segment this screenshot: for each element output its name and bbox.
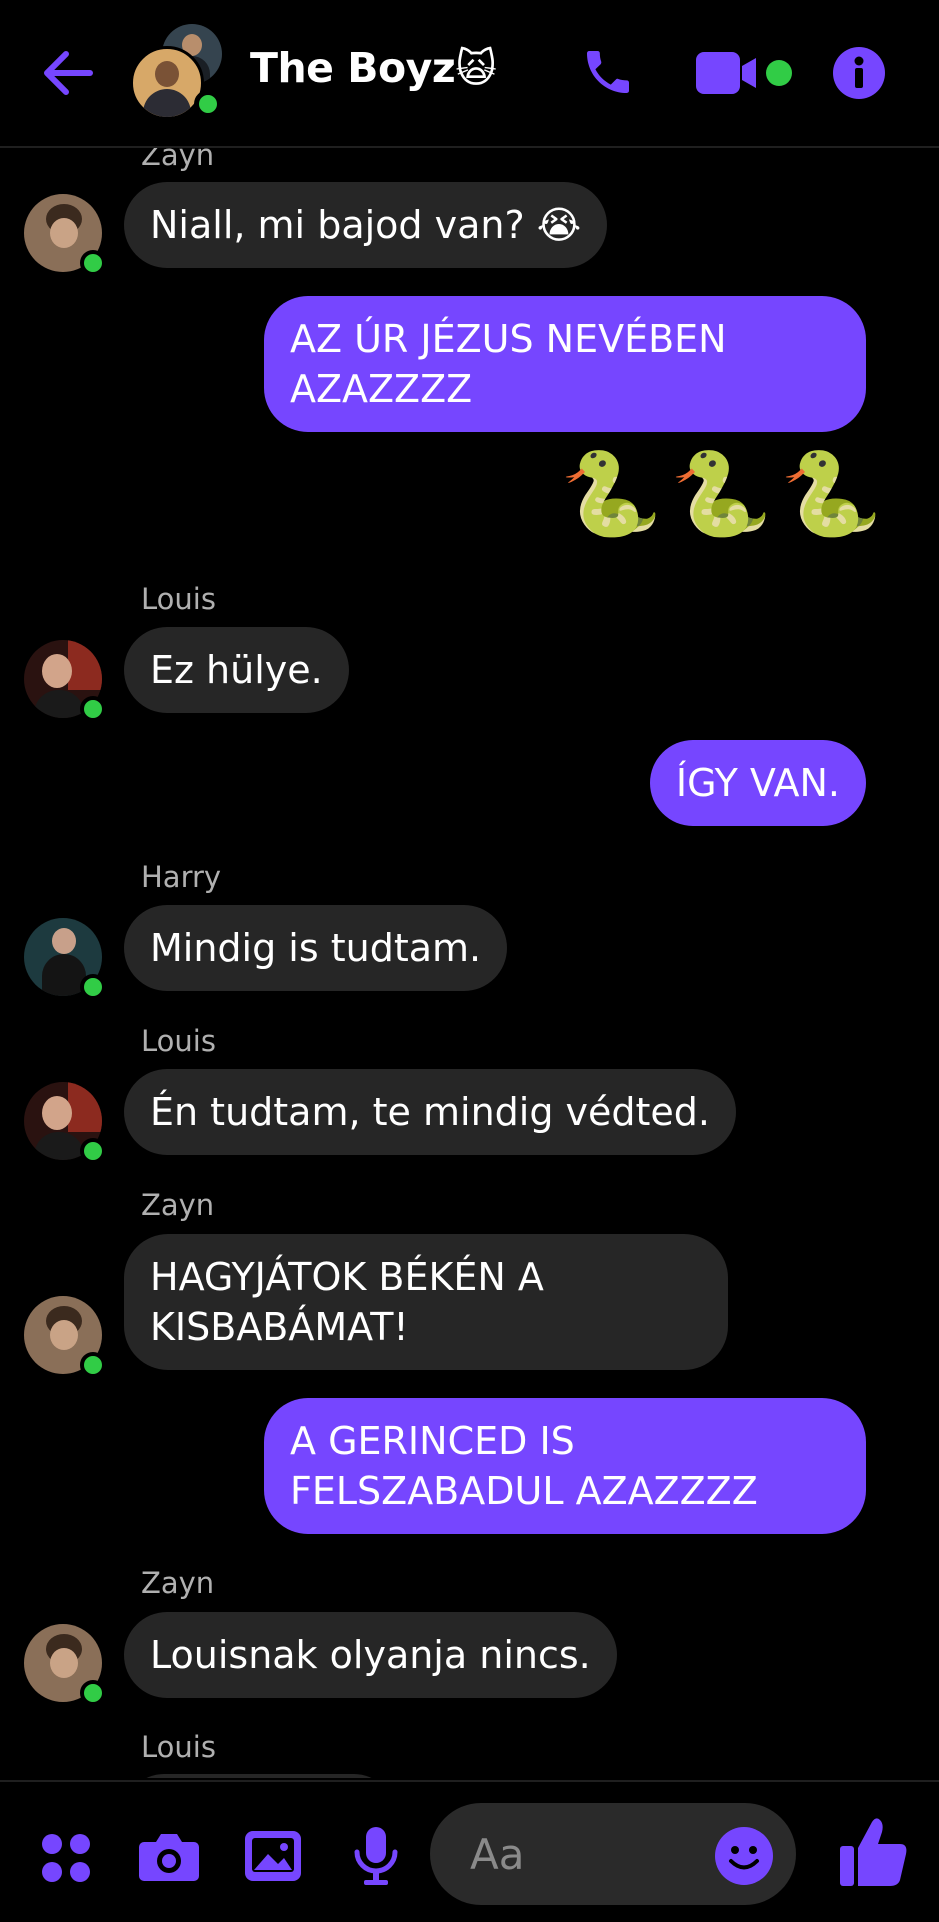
online-indicator [80,974,106,1000]
sender-name: Louis [141,1730,216,1764]
video-active-dot [766,60,792,86]
message-input-placeholder: Aa [470,1830,525,1879]
video-camera-icon [696,52,756,94]
info-icon [833,47,885,99]
online-indicator [80,696,106,722]
sender-name: Louis [141,582,216,616]
message-bubble[interactable]: Louisnak olyanja nincs. [124,1612,617,1698]
sender-name: Zayn [141,148,215,172]
emoji-button[interactable] [714,1826,774,1890]
chat-title-emoji: 🙀 [455,46,497,92]
online-indicator [194,90,222,118]
voice-message-button[interactable] [352,1826,400,1890]
info-button[interactable] [832,46,886,100]
message-bubble[interactable]: Ez hülye. [124,627,349,713]
sender-name: Louis [141,1024,216,1058]
message-bubble[interactable]: ÍGY VAN. [649,740,866,826]
group-avatar[interactable] [130,24,230,120]
avatar-zayn[interactable] [24,1296,110,1382]
online-indicator [80,1680,106,1706]
message-bubble[interactable]: AZ ÚR JÉZUS NEVÉBEN AZAZZZZ [264,296,866,432]
gallery-button[interactable] [244,1830,302,1886]
avatar-zayn[interactable] [24,1624,110,1710]
message-bubble[interactable]: A GERINCED IS FELSZABADUL AZAZZZZ [264,1398,866,1534]
sender-name: Zayn [141,1566,215,1600]
chat-title-text: The Boyz [250,44,456,92]
avatar-louis[interactable] [24,1082,110,1168]
apps-button[interactable] [40,1832,92,1888]
avatar-front [130,46,204,120]
back-arrow-icon [44,51,93,95]
online-indicator [80,1138,106,1164]
camera-button[interactable] [138,1830,200,1886]
avatar-louis[interactable] [24,640,110,726]
sender-name: Harry [141,860,222,894]
like-button[interactable] [838,1816,910,1892]
camera-icon [139,1834,199,1881]
message-bubble[interactable]: Niall, mi bajod van? 😭 [124,182,608,268]
chat-header: The Boyz🙀 [0,0,939,148]
back-button[interactable] [38,44,96,102]
thumbs-up-icon [840,1818,907,1886]
online-indicator [80,1352,106,1378]
chat-title[interactable]: The Boyz🙀 [250,44,497,92]
apps-grid-icon [42,1834,90,1882]
message-list[interactable]: Zayn Niall, mi bajod van? 😭 AZ ÚR JÉZUS … [0,148,939,1778]
phone-icon [587,51,629,93]
gallery-icon [245,1831,301,1881]
avatar-harry[interactable] [24,918,110,1004]
video-call-button[interactable] [696,50,792,96]
message-bubble[interactable]: Mindig is tudtam. [124,905,508,991]
microphone-icon [354,1827,398,1885]
emoji-icon [715,1827,773,1885]
message-bubble[interactable]: Én tudtam, te mindig védted. [124,1069,736,1155]
emoji-message[interactable]: 🐍🐍🐍 [560,450,890,540]
message-bubble[interactable]: HAGYJÁTOK BÉKÉN A KISBABÁMAT! [124,1234,728,1370]
voice-call-button[interactable] [580,44,636,100]
online-indicator [80,250,106,276]
avatar-zayn[interactable] [24,194,110,280]
message-bubble[interactable] [124,1774,394,1778]
sender-name: Zayn [141,1188,215,1222]
